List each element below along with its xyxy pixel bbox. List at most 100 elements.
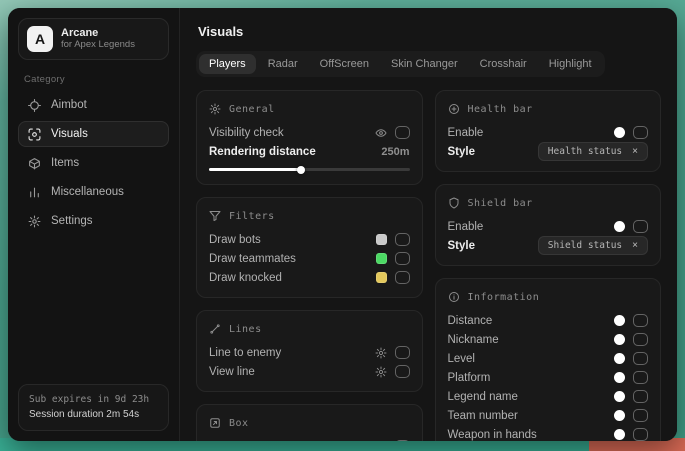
sidebar-item-items[interactable]: Items	[18, 150, 169, 176]
card-columns: GeneralVisibility checkRendering distanc…	[196, 90, 661, 441]
color-swatch[interactable]	[376, 253, 387, 264]
setting-row-platform: Platform	[448, 368, 649, 387]
checkbox[interactable]	[633, 126, 648, 139]
row-controls	[376, 252, 410, 265]
row-controls	[376, 440, 410, 441]
row-label: Weapon in hands	[448, 429, 537, 441]
app-logo: A	[27, 26, 53, 52]
row-controls	[614, 126, 648, 139]
select-value: Shield status	[548, 240, 622, 251]
gear-icon[interactable]	[375, 347, 387, 359]
app-subtitle: for Apex Legends	[61, 40, 138, 51]
aim-icon	[28, 99, 41, 112]
checkbox[interactable]	[395, 126, 410, 139]
tab-players[interactable]: Players	[199, 54, 256, 74]
checkbox[interactable]	[395, 346, 410, 359]
tab-crosshair[interactable]: Crosshair	[470, 54, 537, 74]
clear-icon[interactable]: ×	[632, 241, 638, 251]
checkbox[interactable]	[633, 409, 648, 422]
checkbox[interactable]	[395, 440, 410, 441]
card-title: Box	[229, 418, 249, 429]
row-label: Enable	[448, 127, 484, 139]
color-swatch[interactable]	[614, 410, 625, 421]
checkbox[interactable]	[633, 390, 648, 403]
sidebar-nav: Aimbot Visuals Items Miscellaneous Settings	[18, 92, 169, 234]
checkbox[interactable]	[633, 352, 648, 365]
card-header: Health bar	[448, 101, 649, 117]
color-swatch[interactable]	[614, 372, 625, 383]
crosshair-icon[interactable]	[146, 32, 160, 46]
info-icon	[448, 291, 460, 303]
color-swatch[interactable]	[614, 334, 625, 345]
sidebar-item-miscellaneous[interactable]: Miscellaneous	[18, 179, 169, 205]
checkbox[interactable]	[633, 371, 648, 384]
color-swatch[interactable]	[614, 315, 625, 326]
misc-icon	[28, 186, 41, 199]
color-swatch[interactable]	[614, 221, 625, 232]
row-value: 250m	[381, 146, 409, 158]
card-health-bar: Health barEnableStyleHealth status×	[435, 90, 662, 172]
checkbox[interactable]	[633, 333, 648, 346]
box-icon	[209, 417, 221, 429]
checkbox[interactable]	[633, 220, 648, 233]
setting-row-draw-knocked: Draw knocked	[209, 268, 410, 287]
color-swatch[interactable]	[376, 272, 387, 283]
gear-icon[interactable]	[375, 366, 387, 378]
slider-thumb[interactable]	[297, 166, 305, 174]
checkbox[interactable]	[395, 252, 410, 265]
row-label: Draw bots	[209, 234, 261, 246]
row-label: Distance	[448, 315, 493, 327]
rendering-distance-slider[interactable]	[209, 164, 410, 174]
health-icon	[448, 103, 460, 115]
style-select[interactable]: Health status×	[538, 142, 648, 161]
sidebar: A Arcane for Apex Legends Category Aimbo…	[8, 8, 180, 441]
setting-row-nickname: Nickname	[448, 330, 649, 349]
setting-row-enable: Enable	[209, 437, 410, 441]
card-header: Information	[448, 289, 649, 305]
setting-row-weapon-in-hands: Weapon in hands	[448, 425, 649, 441]
checkbox[interactable]	[395, 365, 410, 378]
checkbox[interactable]	[395, 271, 410, 284]
page-title: Visuals	[198, 24, 661, 39]
color-swatch[interactable]	[614, 391, 625, 402]
sidebar-item-visuals[interactable]: Visuals	[18, 121, 169, 147]
card-filters: FiltersDraw botsDraw teammatesDraw knock…	[196, 197, 423, 298]
row-label: Level	[448, 353, 476, 365]
row-label: Nickname	[448, 334, 499, 346]
row-controls	[614, 352, 648, 365]
clear-icon[interactable]: ×	[632, 147, 638, 157]
checkbox[interactable]	[633, 314, 648, 327]
items-icon	[28, 157, 41, 170]
color-swatch[interactable]	[614, 127, 625, 138]
card-general: GeneralVisibility checkRendering distanc…	[196, 90, 423, 185]
card-box: BoxEnableEnable background	[196, 404, 423, 441]
sidebar-item-settings[interactable]: Settings	[18, 208, 169, 234]
card-title: Shield bar	[468, 198, 533, 209]
tab-skin-changer[interactable]: Skin Changer	[381, 54, 468, 74]
app-header[interactable]: A Arcane for Apex Legends	[18, 18, 169, 60]
card-title: Lines	[229, 324, 262, 335]
tab-highlight[interactable]: Highlight	[539, 54, 602, 74]
gear-icon	[209, 103, 221, 115]
row-controls: Shield status ×	[538, 236, 648, 255]
row-label: Team number	[448, 410, 518, 422]
card-information: Information Distance Nickname Level Platform…	[435, 278, 662, 441]
row-controls	[375, 365, 410, 378]
checkbox[interactable]	[395, 233, 410, 246]
sidebar-item-label: Visuals	[51, 128, 88, 140]
card-header: General	[209, 101, 410, 117]
color-swatch[interactable]	[614, 353, 625, 364]
row-controls	[614, 371, 648, 384]
tab-radar[interactable]: Radar	[258, 54, 308, 74]
tab-offscreen[interactable]: OffScreen	[310, 54, 379, 74]
card-lines: LinesLine to enemyView line	[196, 310, 423, 392]
color-swatch[interactable]	[614, 429, 625, 440]
style-select[interactable]: Shield status ×	[538, 236, 648, 255]
eye-icon[interactable]	[375, 127, 387, 139]
sidebar-item-aimbot[interactable]: Aimbot	[18, 92, 169, 118]
setting-row-level: Level	[448, 349, 649, 368]
row-controls	[614, 333, 648, 346]
checkbox[interactable]	[633, 428, 648, 441]
color-swatch[interactable]	[376, 234, 387, 245]
setting-row-team-number: Team number	[448, 406, 649, 425]
